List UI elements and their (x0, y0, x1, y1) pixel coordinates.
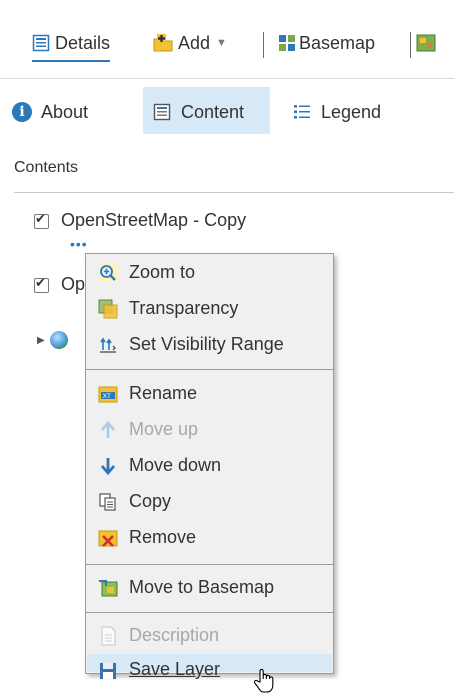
add-label: Add (178, 32, 211, 53)
menu-item-label: Transparency (129, 298, 239, 318)
details-icon (32, 34, 50, 52)
menu-item-set-visibility-range[interactable]: Set Visibility Range (87, 327, 332, 362)
visibility-range-icon (97, 334, 119, 356)
tab-legend-label: Legend (321, 101, 382, 122)
menu-item-zoom-to[interactable]: Zoom to (87, 255, 332, 290)
menu-item-rename[interactable]: XT Rename (87, 376, 332, 411)
layer-title[interactable]: Op (61, 274, 85, 295)
globe-icon (50, 331, 68, 349)
copy-icon (97, 491, 119, 513)
hand-cursor-icon (252, 668, 276, 693)
tab-content[interactable]: Content (153, 90, 244, 134)
layer-title[interactable]: OpenStreetMap - Copy (61, 210, 246, 231)
tab-content-label: Content (181, 101, 245, 122)
menu-item-label: Save Layer (129, 659, 221, 679)
menu-item-save-layer[interactable]: Save Layer (87, 654, 332, 679)
basemap-button[interactable]: Basemap (278, 26, 375, 60)
chevron-down-icon: ▼ (216, 37, 227, 49)
remove-icon (97, 527, 119, 549)
toolbar-divider (263, 32, 264, 58)
menu-item-move-to-basemap[interactable]: Move to Basemap (87, 570, 332, 605)
more-options-icon[interactable]: ••• (70, 237, 88, 251)
layer-visibility-checkbox[interactable] (34, 212, 49, 229)
add-icon (152, 33, 174, 53)
menu-item-remove[interactable]: Remove (87, 520, 332, 555)
info-icon: i (12, 102, 32, 122)
description-icon (97, 625, 119, 647)
menu-divider (86, 369, 333, 370)
layer-visibility-checkbox[interactable] (34, 276, 49, 293)
menu-item-label: Move up (129, 419, 199, 439)
svg-text:XT: XT (103, 392, 111, 400)
contents-divider (14, 192, 454, 193)
tab-about-label: About (41, 101, 89, 122)
menu-divider (86, 612, 333, 613)
menu-item-move-down[interactable]: Move down (87, 448, 332, 483)
menu-item-label: Move to Basemap (129, 577, 275, 597)
legend-icon (293, 103, 311, 121)
tab-legend[interactable]: Legend (293, 90, 381, 134)
menu-item-label: Move down (129, 455, 222, 475)
analysis-button[interactable] (416, 26, 438, 60)
map-toolbar: Details Add ▼ Basemap (0, 0, 454, 79)
menu-item-label: Rename (129, 383, 198, 403)
save-icon (97, 660, 119, 682)
menu-item-label: Copy (129, 491, 172, 511)
basemap-icon (278, 34, 296, 52)
menu-item-transparency[interactable]: Transparency (87, 291, 332, 326)
transparency-icon (97, 298, 119, 320)
toolbar-divider (410, 32, 411, 58)
move-to-basemap-icon (97, 577, 119, 599)
menu-item-description: Description (87, 618, 332, 653)
contents-heading: Contents (14, 159, 79, 176)
details-label: Details (55, 32, 111, 53)
menu-item-label: Set Visibility Range (129, 334, 284, 354)
menu-item-label: Remove (129, 527, 197, 547)
layer-context-menu: Zoom to Transparency Set Visibility Rang… (85, 253, 334, 679)
arrow-down-icon (97, 455, 119, 477)
rename-icon: XT (97, 383, 119, 405)
tab-about[interactable]: i About (12, 90, 88, 134)
zoom-in-icon (97, 262, 119, 284)
details-button[interactable]: Details (32, 26, 111, 62)
menu-item-label: Description (129, 625, 220, 645)
analysis-icon (416, 33, 438, 53)
content-icon (153, 103, 171, 121)
basemap-label: Basemap (299, 32, 376, 53)
expand-triangle-icon[interactable]: ▶ (37, 335, 45, 346)
add-button[interactable]: Add ▼ (152, 26, 227, 60)
menu-item-move-up: Move up (87, 412, 332, 447)
menu-divider (86, 564, 333, 565)
arrow-up-icon (97, 419, 119, 441)
menu-item-copy[interactable]: Copy (87, 484, 332, 519)
menu-item-label: Zoom to (129, 262, 196, 282)
